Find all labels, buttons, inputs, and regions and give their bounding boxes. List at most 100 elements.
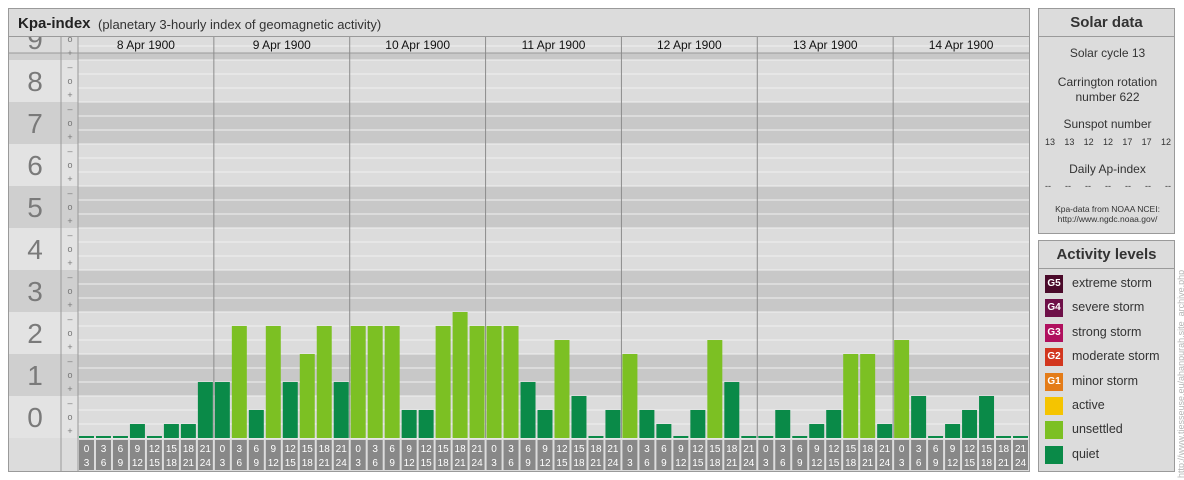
time-slot-start: 0	[355, 444, 361, 455]
kp-bar	[367, 325, 383, 438]
y-minor-tick: +	[67, 48, 72, 58]
data-source-link[interactable]: http://www.ngdc.noaa.gov/	[1039, 214, 1176, 224]
activity-level-swatch	[1045, 445, 1063, 464]
time-slot-start: 15	[302, 444, 314, 455]
sunspot-value: 17	[1141, 137, 1152, 147]
time-slot-start: 6	[933, 444, 939, 455]
activity-level-item: G3 strong storm	[1045, 323, 1173, 343]
y-tick-label: 3	[27, 276, 43, 307]
kp-band	[78, 228, 1029, 270]
time-slot-end: 21	[726, 458, 738, 469]
time-slot-start: 9	[406, 444, 412, 455]
kp-bar	[843, 354, 859, 438]
time-slot-end: 3	[355, 458, 361, 469]
chart-subtitle: (planetary 3-hourly index of geomagnetic…	[98, 17, 382, 32]
time-slot-end: 3	[491, 458, 497, 469]
activity-level-item: G5 extreme storm	[1045, 274, 1173, 294]
kp-band	[78, 186, 1029, 228]
y-minor-tick: –	[67, 356, 72, 366]
y-tick-label: 4	[27, 234, 43, 265]
time-slot-start: 12	[285, 444, 297, 455]
ap-index-value: --	[1125, 181, 1131, 191]
time-slot-start: 0	[84, 444, 90, 455]
time-slot-end: 24	[879, 458, 891, 469]
watermark-url: http://www.tiesseuse.eu/ahanpurah.site_a…	[1176, 269, 1184, 478]
time-slot-end: 12	[811, 458, 823, 469]
time-slot-start: 3	[916, 444, 922, 455]
kp-bar	[129, 424, 145, 438]
time-slot-end: 3	[763, 458, 769, 469]
y-minor-tick: –	[67, 104, 72, 114]
time-slot-end: 9	[933, 458, 939, 469]
time-slot-start: 18	[183, 444, 195, 455]
day-label: 14 Apr 1900	[929, 38, 994, 52]
activity-level-item: quiet	[1045, 445, 1173, 465]
y-minor-tick: o	[67, 76, 72, 86]
time-slot-start: 18	[319, 444, 331, 455]
sunspot-value: 13	[1064, 137, 1075, 147]
kp-bar	[146, 436, 162, 438]
kp-bar	[333, 382, 349, 438]
y-tick-label: 0	[27, 402, 43, 433]
y-minor-tick: +	[67, 216, 72, 226]
kp-bar	[639, 409, 655, 438]
ap-index-value: --	[1105, 181, 1111, 191]
activity-level-label: severe storm	[1072, 300, 1145, 315]
y-minor-tick: o	[67, 118, 72, 128]
activity-level-label: extreme storm	[1072, 276, 1152, 290]
data-source-label: Kpa-data from NOAA NCEI:	[1055, 204, 1160, 214]
solar-data-title: Solar data	[1039, 9, 1174, 37]
time-slot-end: 15	[556, 458, 568, 469]
time-slot-end: 6	[916, 458, 922, 469]
kp-bar	[775, 409, 791, 438]
kp-bar	[945, 424, 961, 438]
kp-bar	[877, 424, 893, 438]
time-slot-start: 0	[763, 444, 769, 455]
y-minor-tick: –	[67, 398, 72, 408]
activity-level-swatch	[1045, 397, 1063, 415]
activity-level-swatch: G1	[1045, 372, 1063, 391]
kp-bar	[469, 325, 485, 438]
time-slot-start: 6	[254, 444, 260, 455]
kp-bar	[1013, 436, 1028, 438]
time-slot-end: 12	[675, 458, 687, 469]
kp-bar	[792, 436, 808, 438]
time-slot-start: 21	[472, 444, 484, 455]
day-label: 11 Apr 1900	[522, 38, 586, 52]
time-slot-start: 9	[950, 444, 956, 455]
kp-bar	[401, 409, 417, 438]
kp-band	[78, 270, 1029, 312]
activity-level-swatch: G4	[1045, 299, 1063, 318]
time-slot-start: 6	[118, 444, 124, 455]
time-slot-start: 15	[573, 444, 585, 455]
kp-band	[78, 144, 1029, 186]
y-minor-tick: –	[67, 272, 72, 282]
kp-bar	[928, 436, 944, 438]
kp-bar	[163, 424, 179, 438]
time-slot-start: 15	[981, 444, 993, 455]
kp-bar	[758, 436, 774, 438]
kp-bar	[809, 424, 825, 438]
y-minor-tick: o	[67, 328, 72, 338]
y-minor-tick: +	[67, 258, 72, 268]
activity-level-swatch: G2	[1045, 348, 1063, 367]
kp-bar	[316, 325, 332, 438]
kp-bar	[214, 382, 230, 438]
activity-level-swatch	[1045, 421, 1063, 440]
time-slot-start: 9	[814, 444, 820, 455]
day-label: 10 Apr 1900	[385, 38, 450, 52]
kp-bar	[299, 354, 315, 438]
time-slot-end: 24	[472, 458, 484, 469]
ap-index-value: --	[1145, 181, 1151, 191]
time-slot-start: 9	[678, 444, 684, 455]
activity-level-item: unsettled	[1045, 420, 1173, 440]
time-slot-start: 9	[542, 444, 548, 455]
time-slot-end: 9	[389, 458, 395, 469]
kp-bar	[248, 409, 264, 438]
time-slot-start: 21	[336, 444, 348, 455]
kp-bar	[622, 354, 638, 438]
y-minor-tick: o	[67, 202, 72, 212]
kp-bar	[860, 354, 876, 438]
time-slot-start: 9	[135, 444, 141, 455]
kpa-chart-panel: Kpa-index (planetary 3-hourly index of g…	[8, 8, 1030, 472]
